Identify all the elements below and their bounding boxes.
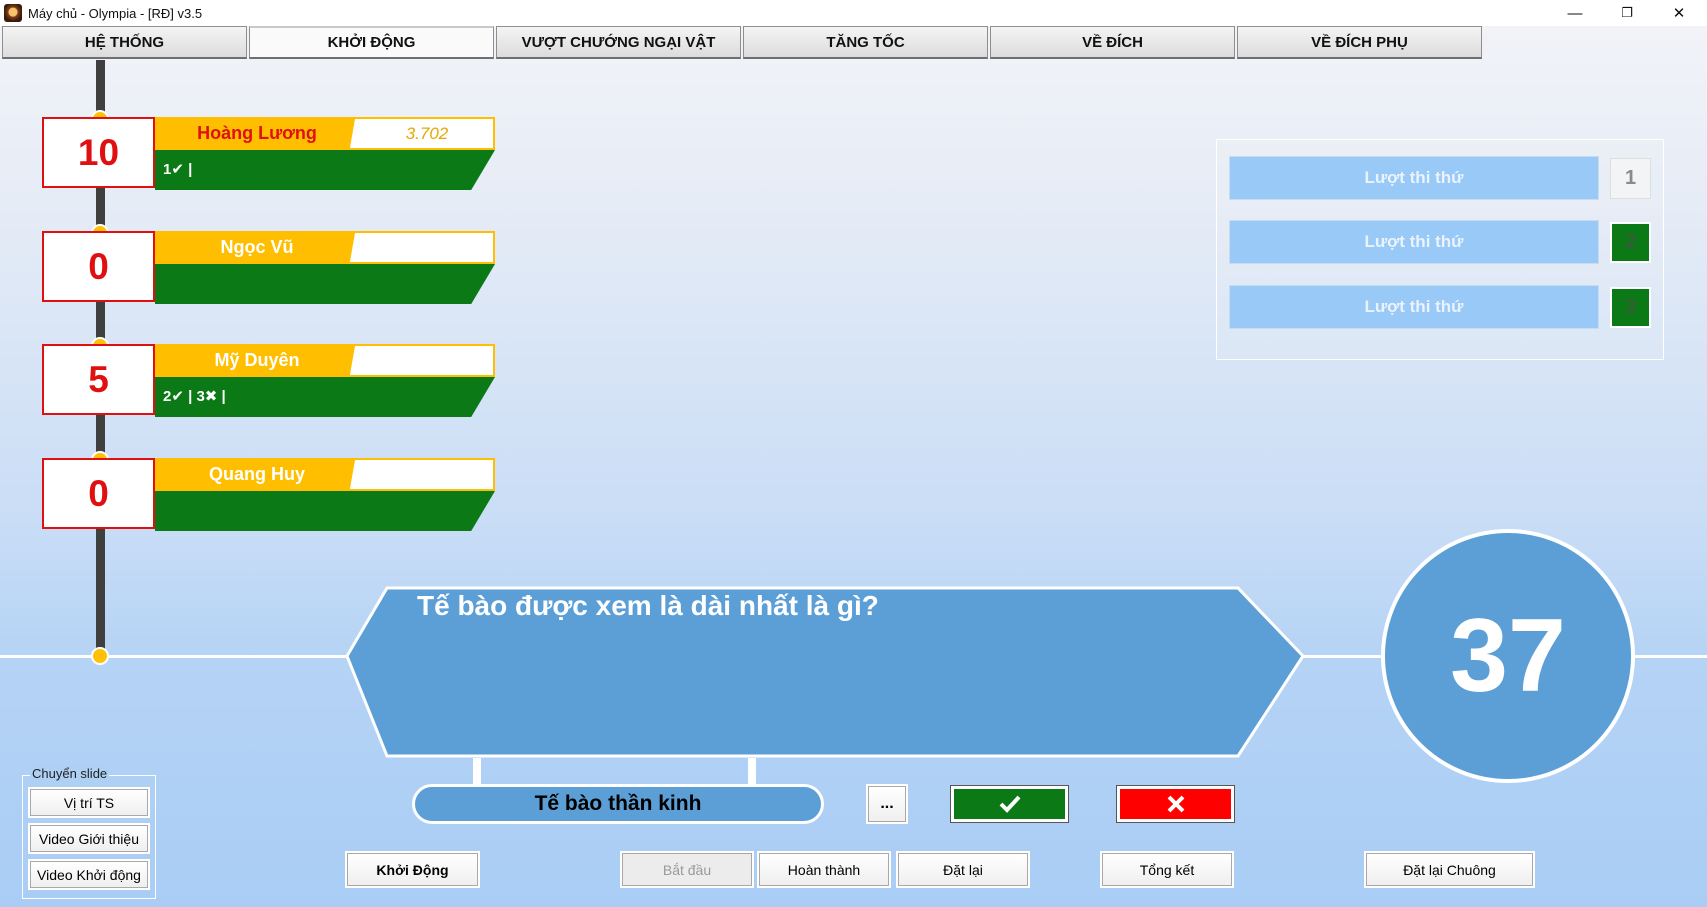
turn-button-2[interactable]: Lượt thi thứ: [1229, 220, 1599, 264]
countdown-timer: 37: [1381, 529, 1635, 783]
check-icon: [999, 795, 1020, 813]
player-history: 2✔ | 3✖ |: [163, 388, 226, 405]
turn-number-1: 1: [1610, 158, 1651, 199]
player-score: 10: [42, 117, 155, 188]
turn-number-2: 2: [1610, 222, 1651, 263]
tab-he-thong[interactable]: HỆ THỐNG: [2, 26, 247, 59]
player-name-bar: Ngọc Vũ: [155, 231, 495, 264]
start-button[interactable]: Bắt đầu: [620, 851, 754, 888]
khoi-dong-button[interactable]: Khởi Động: [345, 851, 480, 888]
mode-tabs: HỆ THỐNG KHỞI ĐỘNG VƯỢT CHƯỚNG NGẠI VẬT …: [2, 26, 1484, 60]
answer-text: Tế bào thần kinh: [412, 784, 824, 824]
turn-button-3[interactable]: Lượt thi thứ: [1229, 285, 1599, 329]
player-history-bar: [155, 491, 495, 531]
player-score: 0: [42, 458, 155, 529]
player-name: Ngọc Vũ: [220, 237, 294, 257]
player-name: Quang Huy: [208, 464, 305, 484]
player-name: Hoàng Lương: [197, 123, 317, 143]
reset-bell-button[interactable]: Đặt lại Chuông: [1364, 851, 1535, 888]
summary-button[interactable]: Tổng kết: [1100, 851, 1234, 888]
title-bar: Máy chủ - Olympia - [RĐ] v3.5 — ❐ ✕: [0, 0, 1707, 26]
player-name: Mỹ Duyên: [214, 350, 300, 370]
player-history-bar: [155, 264, 495, 304]
tab-ve-dich[interactable]: VỀ ĐÍCH: [990, 26, 1235, 59]
question-text: Tế bào được xem là dài nhất là gì?: [417, 590, 879, 621]
player-score: 0: [42, 231, 155, 302]
player-name-bar: Quang Huy: [155, 458, 495, 491]
player-name-bar: Mỹ Duyên: [155, 344, 495, 377]
player-time: 3.702: [405, 124, 449, 143]
finish-button[interactable]: Hoàn thành: [757, 851, 891, 888]
x-icon: [1167, 795, 1184, 813]
turn-number-3: 3: [1610, 287, 1651, 328]
more-button[interactable]: ...: [866, 784, 908, 824]
slide-switch-legend: Chuyển slide: [30, 766, 110, 781]
window-title: Máy chủ - Olympia - [RĐ] v3.5: [28, 5, 203, 21]
player-history: 1✔ |: [163, 161, 193, 178]
tab-ve-dich-phu[interactable]: VỀ ĐÍCH PHỤ: [1237, 26, 1482, 59]
player-history-bar: 2✔ | 3✖ |: [155, 377, 495, 417]
close-icon[interactable]: ✕: [1653, 0, 1705, 26]
player-score: 5: [42, 344, 155, 415]
tab-khoi-dong[interactable]: KHỞI ĐỘNG: [249, 26, 494, 59]
minimize-icon[interactable]: —: [1549, 0, 1601, 26]
stage-line-left: [0, 655, 350, 658]
wrong-button[interactable]: [1116, 785, 1235, 823]
correct-button[interactable]: [950, 785, 1069, 823]
tab-vuot-chuong-ngai-vat[interactable]: VƯỢT CHƯỚNG NGẠI VẬT: [496, 26, 741, 59]
app-icon: [4, 4, 22, 22]
answer-post: [748, 758, 756, 784]
player-history-bar: 1✔ |: [155, 150, 495, 190]
reset-button[interactable]: Đặt lại: [896, 851, 1030, 888]
restore-icon[interactable]: ❐: [1601, 0, 1653, 26]
player-name-bar: Hoàng Lương 3.702: [155, 117, 495, 150]
intro-video-button[interactable]: Video Giới thiệu: [28, 823, 150, 854]
tab-tang-toc[interactable]: TĂNG TỐC: [743, 26, 988, 59]
rail-dot: [91, 647, 109, 665]
start-video-button[interactable]: Video Khởi động: [28, 859, 150, 890]
player-position-button[interactable]: Vị trí TS: [28, 787, 150, 818]
turn-button-1[interactable]: Lượt thi thứ: [1229, 156, 1599, 200]
answer-post: [473, 758, 481, 784]
